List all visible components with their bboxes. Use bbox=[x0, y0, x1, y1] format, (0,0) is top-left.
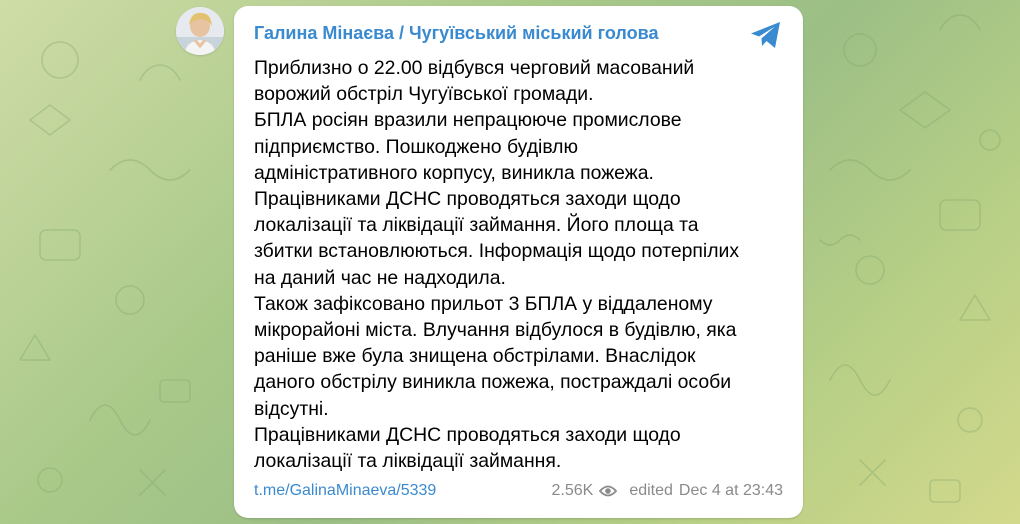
message-line: збитки встановлюються. Інформація щодо п… bbox=[254, 240, 740, 263]
message-line: даного обстрілу виникла пожежа, постражд… bbox=[254, 371, 732, 394]
message-timestamp: Dec 4 at 23:43 bbox=[678, 482, 783, 499]
avatar[interactable] bbox=[176, 7, 224, 55]
message-line: Працівниками ДСНС проводяться заходи щод… bbox=[254, 188, 681, 211]
message-line: БПЛА росіян вразили непрацююче промислов… bbox=[254, 109, 682, 132]
post-link[interactable]: t.me/GalinaMinaeva/5339 bbox=[254, 480, 436, 502]
message-bubble: Галина Мінаєва / Чугуївський міський гол… bbox=[234, 6, 803, 518]
message-meta: 2.56K edited Dec 4 at 23:43 bbox=[552, 480, 783, 502]
telegram-share-icon bbox=[751, 22, 780, 48]
message-line: локалізації та ліквідації займання. bbox=[254, 450, 562, 473]
view-count: 2.56K bbox=[551, 482, 594, 499]
channel-name[interactable]: Галина Мінаєва / Чугуївський міський гол… bbox=[254, 23, 658, 44]
message-line: ворожий обстріл Чугуївської громади. bbox=[254, 83, 594, 106]
message-line: підприємство. Пошкоджено будівлю bbox=[254, 135, 579, 158]
message-line: раніше вже була знищена обстрілами. Внас… bbox=[254, 345, 696, 368]
edited-label: edited bbox=[629, 482, 673, 499]
message-line: відсутні. bbox=[254, 397, 329, 420]
eye-icon bbox=[599, 485, 618, 497]
avatar-image bbox=[176, 7, 224, 55]
message-line: на даний час не надходила. bbox=[254, 266, 506, 289]
message-line: мікрорайоні міста. Влучання відбулося в … bbox=[254, 319, 737, 342]
message-line: адміністративного корпусу, виникла пожеж… bbox=[254, 161, 654, 184]
message-line: локалізації та ліквідації займання. Його… bbox=[254, 214, 699, 237]
message-text: Приблизно о 22.00 відбувся черговий масо… bbox=[254, 55, 794, 474]
message-footer: t.me/GalinaMinaeva/5339 2.56K edited Dec… bbox=[254, 480, 783, 502]
message-line: Також зафіксовано прильот 3 БПЛА у відда… bbox=[254, 292, 713, 315]
message-line: Працівниками ДСНС проводяться заходи щод… bbox=[254, 423, 681, 446]
message-line: Приблизно о 22.00 відбувся черговий масо… bbox=[254, 57, 695, 79]
share-button[interactable] bbox=[749, 20, 783, 50]
